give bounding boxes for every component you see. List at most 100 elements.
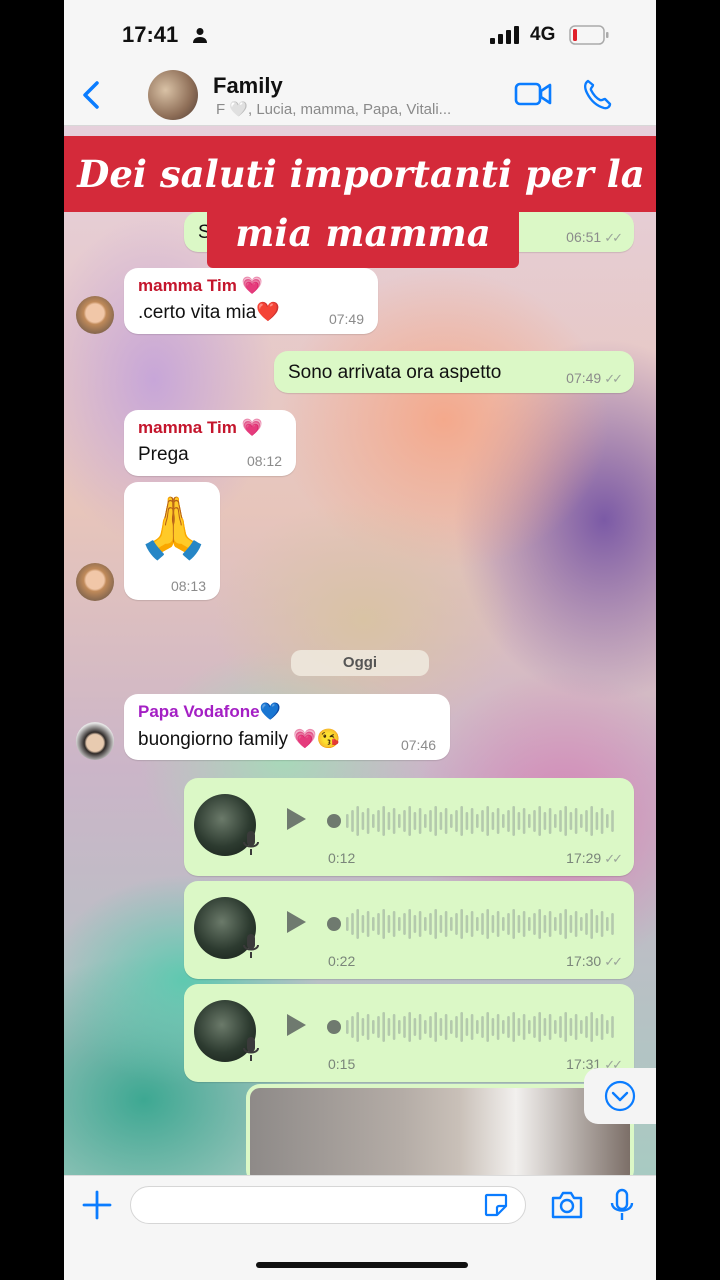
waveform-bar	[606, 1020, 609, 1034]
waveform-bar	[382, 909, 385, 939]
waveform-bar	[502, 814, 505, 828]
signal-icon	[490, 26, 519, 44]
message-time: 07:49 ✓✓	[566, 370, 623, 386]
waveform-bar	[398, 917, 401, 931]
caption-banner-line1: Dei saluti importanti per la	[64, 136, 656, 212]
waveform-bar	[611, 1016, 614, 1038]
camera-icon[interactable]	[550, 1190, 584, 1220]
waveform-bar	[502, 1020, 505, 1034]
waveform-bar	[387, 1018, 391, 1036]
waveform-bar	[580, 814, 583, 828]
play-icon[interactable]	[284, 1012, 308, 1038]
video-call-icon[interactable]	[514, 81, 552, 107]
waveform-bar	[590, 1012, 593, 1042]
waveform-bar	[372, 1020, 375, 1034]
waveform-bar	[533, 1016, 536, 1038]
waveform-bar	[476, 917, 479, 931]
scroll-down-button[interactable]	[584, 1068, 656, 1124]
waveform-bar	[486, 909, 489, 939]
message-time: 17:30 ✓✓	[566, 953, 623, 969]
voice-message[interactable]: 0:22 17:30 ✓✓	[184, 881, 634, 979]
voice-message[interactable]: 0:15 17:31 ✓✓	[184, 984, 634, 1082]
waveform-bar	[434, 1012, 437, 1042]
waveform-bar	[455, 913, 458, 935]
voice-waveform[interactable]	[326, 804, 616, 838]
waveform-bar	[554, 917, 557, 931]
waveform-bar	[595, 1018, 599, 1036]
waveform-bar	[382, 806, 385, 836]
sender-name: mamma Tim 💗	[138, 276, 263, 295]
message-input[interactable]	[130, 1186, 526, 1224]
message-bubble-emoji[interactable]: 🙏 08:13	[124, 482, 220, 600]
message-time: 08:13	[170, 578, 206, 594]
chat-header: Family F 🤍, Lucia, mamma, Papa, Vitali..…	[64, 64, 656, 126]
waveform-bar	[512, 1012, 515, 1042]
waveform-bar	[434, 806, 437, 836]
photo-message[interactable]	[246, 1084, 634, 1184]
waveform-bar	[413, 915, 417, 933]
avatar-mamma[interactable]	[76, 296, 114, 334]
chat-members[interactable]: F 🤍, Lucia, mamma, Papa, Vitali...	[216, 100, 451, 118]
waveform-bar	[564, 1012, 567, 1042]
microphone-icon[interactable]	[610, 1188, 634, 1222]
waveform-bar	[564, 806, 567, 836]
waveform-bar	[517, 812, 521, 830]
message-bubble-incoming[interactable]: mamma Tim 💗 Prega 08:12	[124, 410, 296, 476]
voice-waveform[interactable]	[326, 907, 616, 941]
message-bubble-incoming[interactable]: Papa Vodafone💙 buongiorno family 💗😘 07:4…	[124, 694, 450, 760]
photo-thumbnail[interactable]	[250, 1088, 630, 1184]
message-bubble-incoming[interactable]: mamma Tim 💗 .certo vita mia❤️ 07:49	[124, 268, 378, 334]
waveform-bar	[356, 806, 359, 836]
waveform-bar	[600, 1014, 604, 1040]
waveform-bar	[491, 915, 495, 933]
waveform-bar	[465, 1018, 469, 1036]
waveform-bar	[574, 1014, 578, 1040]
phone-call-icon[interactable]	[582, 78, 612, 110]
back-icon[interactable]	[80, 80, 102, 110]
voice-message[interactable]: 0:12 17:29 ✓✓	[184, 778, 634, 876]
waveform-progress-dot	[327, 814, 341, 828]
chat-title[interactable]: Family	[213, 73, 283, 99]
waveform-bar	[522, 911, 526, 937]
waveform-bar	[424, 917, 427, 931]
waveform-bar	[460, 806, 463, 836]
message-bubble-outgoing[interactable]: Sono arrivata ora aspetto 07:49 ✓✓	[274, 351, 634, 393]
waveform-bar	[595, 812, 599, 830]
group-avatar[interactable]	[148, 70, 198, 120]
waveform-bar	[574, 808, 578, 834]
waveform-bar	[408, 909, 411, 939]
chat-screen: 17:41 4G Family F 🤍, Lucia, mamma, Papa,…	[64, 0, 656, 1280]
plus-icon[interactable]	[82, 1190, 112, 1220]
waveform-bar	[424, 814, 427, 828]
status-bar: 17:41 4G	[64, 0, 656, 64]
waveform-bar	[392, 1014, 396, 1040]
waveform-bar	[366, 1014, 370, 1040]
waveform-bar	[361, 915, 365, 933]
waveform-bar	[439, 1018, 443, 1036]
waveform-bar	[398, 814, 401, 828]
avatar-papa[interactable]	[76, 722, 114, 760]
waveform-bar	[439, 915, 443, 933]
waveform-bar	[481, 913, 484, 935]
waveform-bar	[543, 1018, 547, 1036]
waveform-bar	[543, 812, 547, 830]
waveform-bar	[356, 1012, 359, 1042]
waveform-bar	[470, 1014, 474, 1040]
message-time: 07:49	[328, 311, 364, 327]
play-icon[interactable]	[284, 806, 308, 832]
waveform-bar	[444, 808, 448, 834]
waveform-bar	[543, 915, 547, 933]
waveform-progress-dot	[327, 1020, 341, 1034]
waveform-bar	[554, 1020, 557, 1034]
microphone-icon	[243, 934, 259, 958]
waveform-bar	[559, 1016, 562, 1038]
waveform-bar	[476, 814, 479, 828]
waveform-bar	[481, 1016, 484, 1038]
waveform-bar	[502, 917, 505, 931]
waveform-bar	[496, 808, 500, 834]
waveform-bar	[361, 812, 365, 830]
voice-waveform[interactable]	[326, 1010, 616, 1044]
play-icon[interactable]	[284, 909, 308, 935]
sticker-icon[interactable]	[483, 1192, 509, 1218]
avatar-mamma[interactable]	[76, 563, 114, 601]
